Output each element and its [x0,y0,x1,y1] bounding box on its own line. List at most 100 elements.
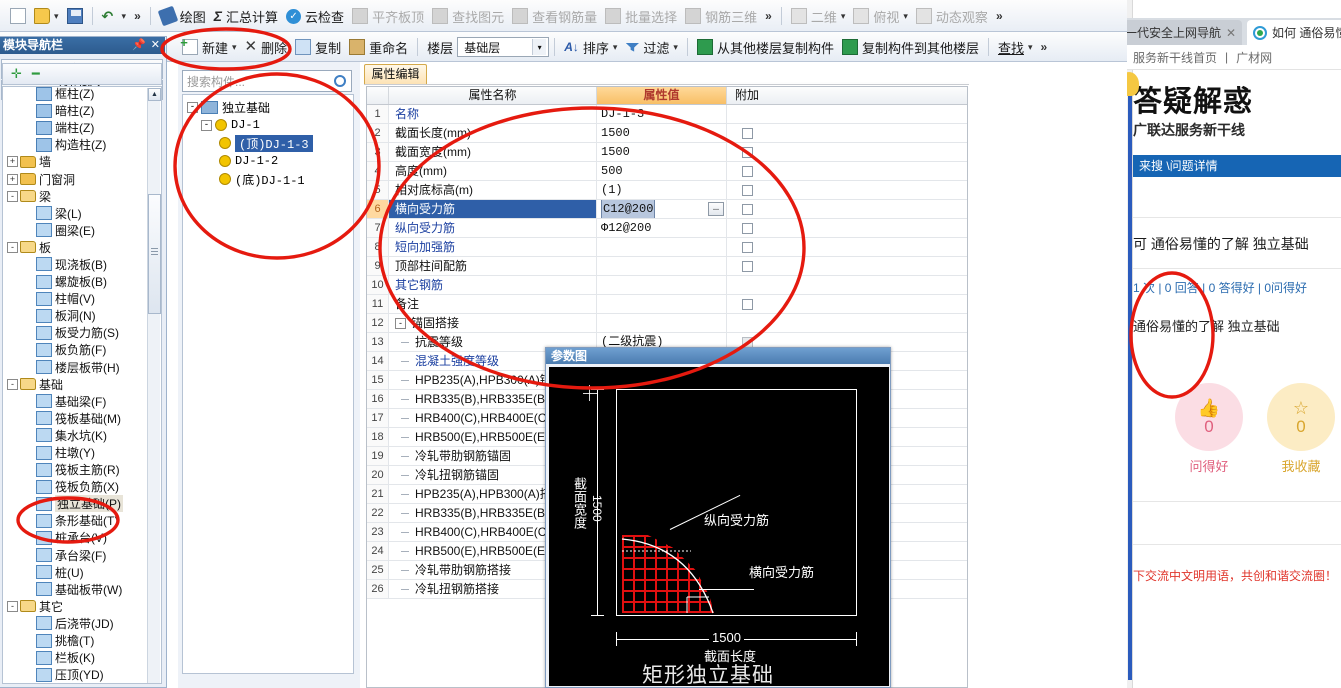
attach-checkbox[interactable] [741,146,753,158]
attach-cell[interactable] [727,219,767,237]
top-view-button[interactable]: 俯视 ▾ [849,3,912,29]
scroll-up-icon[interactable]: ▲ [148,88,161,101]
sidebar-item-9[interactable]: -板 [3,239,148,256]
sidebar-item-1[interactable]: 暗柱(Z) [3,102,148,119]
sidebar-item-25[interactable]: 条形基础(T) [3,512,148,529]
copy-component-button[interactable]: 复制 [291,34,345,60]
attach-cell[interactable] [727,295,767,313]
expander-icon[interactable]: - [7,378,18,390]
sidebar-item-33[interactable]: 栏板(K) [3,649,148,666]
cad-toolbar-primary[interactable]: ▾ ↶ ▾ » 绘图 Σ 汇总计算 ✓ 云检查 平齐板顶 查找图元 查看钢筋量 批量选… [0,0,1130,32]
attach-checkbox[interactable] [741,165,753,177]
open-param-dialog-button[interactable]: … [708,202,724,216]
attach-cell[interactable] [727,181,767,199]
expander-icon[interactable]: + [7,156,18,168]
sidebar-item-12[interactable]: 柱帽(V) [3,290,148,307]
sidebar-item-30[interactable]: - 其它 [3,598,148,615]
sidebar-item-16[interactable]: 楼层板带(H) [3,359,148,376]
sidebar-item-26[interactable]: 桩承台(V) [3,529,148,546]
attach-cell[interactable] [727,314,767,332]
attach-checkbox[interactable] [741,336,753,348]
close-icon[interactable]: ✕ [1226,26,1236,40]
tab-property-editor[interactable]: 属性编辑 [364,64,427,84]
component-search-input[interactable]: 搜索构件... [182,70,352,92]
sidebar-item-2[interactable]: 端柱(Z) [3,119,148,136]
sidebar-item-28[interactable]: 桩(U) [3,564,148,581]
undo-button[interactable]: ↶ ▾ [98,3,131,29]
sidebar-item-27[interactable]: 承台梁(F) [3,547,148,564]
component-tree-group[interactable]: - DJ-1 [183,116,353,134]
browser-tab-active[interactable]: 如何 通俗易懂的了解 独立基础_ ✕ [1247,20,1341,45]
table-row[interactable]: 10 其它钢筋 [367,276,967,295]
browser-scroll-thumb[interactable] [1128,80,1132,680]
property-value-cell[interactable]: 1500 [597,143,727,161]
sidebar-item-0[interactable]: 框柱(Z) [3,87,148,102]
align-slab-top-button[interactable]: 平齐板顶 [348,3,428,29]
sidebar-item-34[interactable]: 压顶(YD) [3,666,148,683]
table-row[interactable]: 2 截面长度(mm) 1500 [367,124,967,143]
sidebar-item-13[interactable]: 板洞(N) [3,307,148,324]
toolbar2-overflow-button[interactable]: » [1037,34,1052,60]
attach-cell[interactable] [727,200,767,218]
pin-icon[interactable]: 📌 [132,37,146,54]
sidebar-item-19[interactable]: 筏板基础(M) [3,410,148,427]
nav-tree[interactable]: 框柱(Z) 暗柱(Z) 端柱(Z) 构造柱(Z) + 墙 + 门窗洞 - 梁梁(L) 圈梁(E) - 板… [2,86,162,684]
property-value-cell[interactable]: (1) [597,181,727,199]
sidebar-item-10[interactable]: 现浇板(B) [3,256,148,273]
table-row[interactable]: 4 高度(mm) 500 [367,162,967,181]
nav-tree-scrollbar[interactable]: ▲ [147,88,161,683]
rebar-3d-button[interactable]: 钢筋三维 [681,3,761,29]
expand-all-icon[interactable]: ✛ [11,66,22,82]
sidebar-item-7[interactable]: 梁(L) [3,205,148,222]
attach-checkbox[interactable] [741,184,753,196]
sidebar-item-29[interactable]: 基础板带(W) [3,581,148,598]
table-row[interactable]: 3 截面宽度(mm) 1500 [367,143,967,162]
sidebar-item-14[interactable]: 板受力筋(S) [3,324,148,341]
sidebar-item-31[interactable]: 后浇带(JD) [3,615,148,632]
sidebar-item-11[interactable]: 螺旋板(B) [3,273,148,290]
find-button[interactable]: 查找 ▾ [994,34,1037,60]
toolbar-overflow-2-button[interactable]: » [761,3,776,29]
sidebar-item-32[interactable]: 挑檐(T) [3,632,148,649]
sidebar-item-21[interactable]: 柱墩(Y) [3,444,148,461]
browser-tab-inactive[interactable]: 新一代安全上网导航 ✕ [1127,20,1242,45]
dialog-canvas[interactable]: 1500 截面宽度 1500 截面长度 纵向受力筋 横向受力筋 矩形独立基础 [549,367,889,686]
sidebar-item-20[interactable]: 集水坑(K) [3,427,148,444]
attach-cell[interactable] [727,105,767,123]
collapse-all-icon[interactable]: ━ [32,66,40,82]
sidebar-item-17[interactable]: - 基础 [3,376,148,393]
table-row[interactable]: 1 名称 DJ-1-3 [367,105,967,124]
attach-cell[interactable] [727,124,767,142]
table-row[interactable]: 12- 锚固搭接 [367,314,967,333]
attach-checkbox[interactable] [741,203,753,215]
property-value-editor[interactable]: C12@200 [601,200,656,218]
expander-icon[interactable]: + [7,173,18,185]
floor-select[interactable]: 基础层 ▾ [457,37,550,57]
close-icon[interactable]: ✕ [151,37,160,54]
save-button[interactable] [63,3,87,29]
component-item-0[interactable]: (顶)DJ-1-3 [183,134,353,152]
attach-checkbox[interactable] [741,241,753,253]
orbit-button[interactable]: 动态观察 [912,3,992,29]
browser-link-bar[interactable]: 服务新干线首页 | 广材网 [1127,45,1341,70]
nav-tree-toolbar[interactable]: ✛ ━ [2,63,162,85]
component-item-1[interactable]: DJ-1-2 [183,152,353,170]
table-row[interactable]: 8 短向加强筋 [367,238,967,257]
favorite-button[interactable]: ☆ 0 我收藏 [1267,383,1335,475]
view-rebar-qty-button[interactable]: 查看钢筋量 [508,3,601,29]
copy-from-other-floor-button[interactable]: 从其他楼层复制构件 [693,34,838,60]
attach-checkbox[interactable] [741,260,753,272]
filter-button[interactable]: 过滤 ▾ [621,34,682,60]
attach-cell[interactable] [727,257,767,275]
search-circle-icon[interactable] [334,75,346,87]
component-tree-root[interactable]: - 独立基础 [183,98,353,116]
component-tree[interactable]: - 独立基础 - DJ-1 (顶)DJ-1-3 DJ-1-2 (底)DJ-1-1 [182,94,354,674]
expander-icon[interactable]: - [7,600,18,612]
property-value-cell[interactable]: DJ-1-3 [597,105,727,123]
property-value-cell[interactable] [597,295,727,313]
open-file-button[interactable]: ▾ [30,3,63,29]
find-element-button[interactable]: 查找图元 [428,3,508,29]
table-row[interactable]: 7 纵向受力筋 Ф12@200 [367,219,967,238]
sidebar-item-6[interactable]: -梁 [3,188,148,205]
view-2d-button[interactable]: 二维 ▾ [787,3,850,29]
